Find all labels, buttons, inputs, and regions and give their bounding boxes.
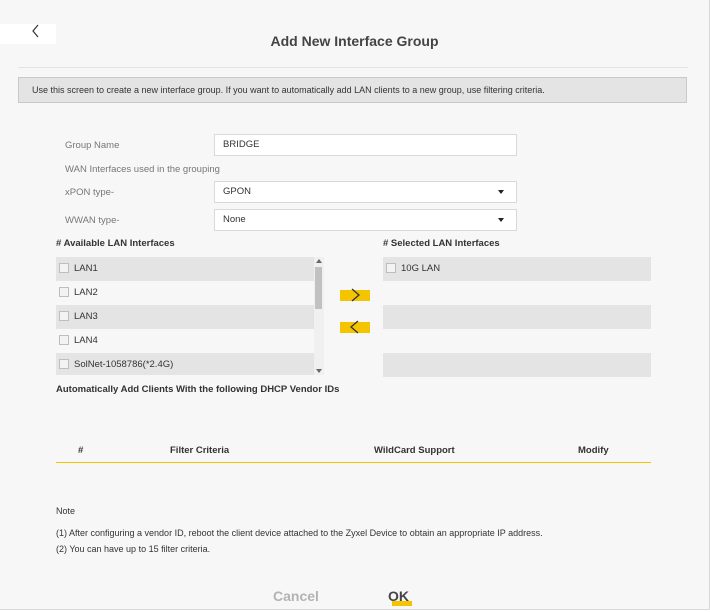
list-item-label: LAN1 bbox=[74, 263, 98, 274]
list-item-label: LAN4 bbox=[74, 335, 98, 346]
xpon-type-value: GPON bbox=[223, 186, 251, 197]
list-item[interactable]: LAN2 bbox=[56, 281, 314, 305]
list-item[interactable]: LAN3 bbox=[56, 305, 314, 329]
move-right-button[interactable] bbox=[340, 288, 370, 302]
list-item[interactable]: LAN1 bbox=[56, 257, 314, 281]
column-header-wildcard-support: WildCard Support bbox=[374, 445, 455, 456]
note-line-1: (1) After configuring a vendor ID, reboo… bbox=[56, 528, 543, 538]
move-left-button[interactable] bbox=[340, 320, 370, 334]
checkbox[interactable] bbox=[59, 311, 69, 321]
available-lan-list[interactable]: LAN1 LAN2 LAN3 LAN4 SolNet-1058786(*2.4G… bbox=[56, 257, 324, 375]
selected-lan-list[interactable]: 10G LAN bbox=[383, 257, 651, 377]
group-name-label: Group Name bbox=[65, 140, 120, 151]
checkbox[interactable] bbox=[59, 359, 69, 369]
xpon-type-label: xPON type- bbox=[65, 187, 115, 198]
list-item[interactable]: 10G LAN bbox=[383, 257, 651, 281]
available-lan-title: # Available LAN Interfaces bbox=[56, 238, 175, 249]
scroll-down-icon[interactable] bbox=[316, 369, 322, 373]
table-header-divider bbox=[56, 462, 651, 463]
list-item-empty bbox=[383, 353, 651, 377]
info-banner: Use this screen to create a new interfac… bbox=[18, 77, 687, 103]
column-header-modify: Modify bbox=[578, 445, 609, 456]
list-item-label: LAN3 bbox=[74, 311, 98, 322]
column-header-filter-criteria: Filter Criteria bbox=[170, 445, 230, 456]
group-name-input[interactable]: BRIDGE bbox=[214, 134, 517, 156]
ok-button[interactable]: OK bbox=[388, 588, 409, 604]
list-scrollbar[interactable] bbox=[314, 257, 324, 375]
scroll-up-icon[interactable] bbox=[316, 259, 322, 263]
note-line-2: (2) You can have up to 15 filter criteri… bbox=[56, 544, 211, 554]
checkbox[interactable] bbox=[386, 263, 396, 273]
wwan-type-label: WWAN type- bbox=[65, 215, 120, 226]
checkbox[interactable] bbox=[59, 335, 69, 345]
checkbox[interactable] bbox=[59, 263, 69, 273]
title-divider bbox=[18, 67, 688, 68]
note-title: Note bbox=[56, 506, 76, 516]
scrollbar-thumb[interactable] bbox=[315, 267, 322, 309]
chevron-right-icon bbox=[351, 288, 360, 302]
chevron-left-icon bbox=[350, 320, 359, 334]
chevron-down-icon bbox=[498, 190, 504, 194]
list-item-label: LAN2 bbox=[74, 287, 98, 298]
page-title: Add New Interface Group bbox=[270, 33, 439, 49]
list-item-empty bbox=[383, 305, 651, 329]
wan-interfaces-label: WAN Interfaces used in the grouping bbox=[65, 164, 220, 175]
list-item[interactable]: SolNet-1058786(*2.4G) bbox=[56, 353, 314, 375]
chevron-down-icon bbox=[498, 218, 504, 222]
dhcp-section-title: Automatically Add Clients With the follo… bbox=[56, 384, 340, 395]
list-item-label: 10G LAN bbox=[401, 263, 441, 274]
wwan-type-value: None bbox=[223, 214, 246, 225]
column-header-number: # bbox=[78, 445, 84, 456]
cancel-button[interactable]: Cancel bbox=[273, 588, 319, 604]
list-item-label: SolNet-1058786(*2.4G) bbox=[74, 359, 174, 370]
wwan-type-select[interactable]: None bbox=[214, 209, 517, 231]
list-item[interactable]: LAN4 bbox=[56, 329, 314, 353]
checkbox[interactable] bbox=[59, 287, 69, 297]
selected-lan-title: # Selected LAN Interfaces bbox=[383, 238, 500, 249]
xpon-type-select[interactable]: GPON bbox=[214, 181, 517, 203]
